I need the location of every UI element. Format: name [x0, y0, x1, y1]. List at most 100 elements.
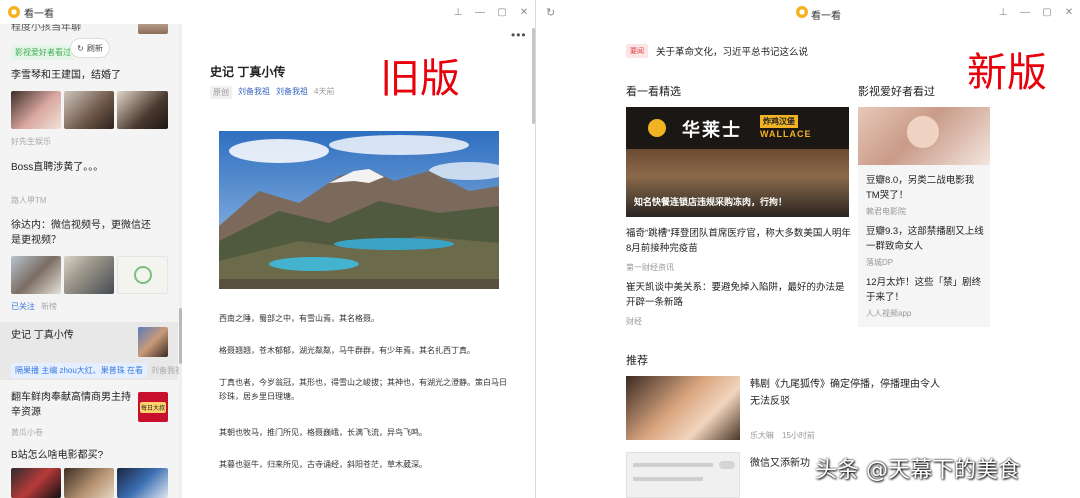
sidebar-scrollbar[interactable]: [179, 308, 182, 364]
recommend-thumbnail[interactable]: [626, 376, 740, 440]
featured-section-title: 看一看精选: [626, 86, 681, 98]
list-item[interactable]: 翻车鲜肉奉献高情商男主持辛资源: [0, 390, 132, 420]
sidebar-scrollbar-track[interactable]: [179, 24, 182, 498]
old-app-title: 看一看: [24, 8, 54, 20]
old-feed-sidebar: 程度小孩当年聊 影视爱好者看过 ↻ 刷新 李雪琴和王建国，结婚了 好先生娱乐 B…: [0, 24, 182, 498]
refresh-icon: ↻: [77, 43, 84, 53]
feed-item-thumbnail: [64, 256, 114, 294]
news-item-title[interactable]: 福奇“跳槽”拜登团队首席医疗官，称大多数美国人明年8月前接种完疫苗: [626, 226, 852, 256]
refresh-icon[interactable]: ↻: [546, 6, 555, 19]
film-item-source: 落城DP: [866, 258, 894, 267]
feed-item-thumbnail: [117, 256, 168, 294]
face-icon: [906, 115, 940, 149]
new-app-title: 看一看: [811, 11, 841, 22]
article-title: 史记 丁真小传: [210, 65, 286, 79]
close-button[interactable]: ✕: [1058, 7, 1080, 18]
feed-item-thumbnail: [64, 468, 114, 498]
article-paragraph: 其朝也牧马，推门所见，格聂巍峨，长满飞流，异鸟飞鸣。: [219, 428, 427, 437]
article-meta: 原创 刘备我祖 刘备我祖 4天前: [210, 86, 334, 99]
minimize-button[interactable]: —: [1014, 7, 1036, 18]
article-pane: 史记 丁真小传 原创 刘备我祖 刘备我祖 4天前 西南之陲，蜀部之中，有雪山焉，…: [188, 24, 528, 498]
brand-subtitle: 炸鸡汉堡: [760, 115, 798, 128]
screenshot-root: 看一看 ⊥ — ▢ ✕ 程度小孩当年聊 影视爱好者看过 ↻ 刷新 李雪琴和王建国…: [0, 0, 1080, 498]
feed-item-thumbnail: [138, 327, 168, 357]
mountain-lake-image: [219, 131, 499, 289]
logo-icon: [134, 266, 152, 284]
recommend-item-meta: 乐大嘛 15小时前: [750, 430, 815, 441]
original-tag: 原创: [210, 86, 232, 99]
new-titlebar: ↻ 看一看 ⊥ — ▢ ✕: [540, 0, 1080, 24]
new-version-window: ↻ 看一看 ⊥ — ▢ ✕ 要闻 关于革命文化，习近平总书记这么说 看一看精选 …: [540, 0, 1080, 498]
list-item[interactable]: B站怎么啥电影都买?: [0, 448, 178, 463]
app-logo-icon: [796, 6, 808, 18]
feed-item-thumbnail: [11, 91, 61, 129]
list-item[interactable]: 徐达内：微信视频号，更微信还是更视频？: [0, 218, 160, 248]
featured-image-caption: 知名快餐连锁店违规采购冻肉，行拘！: [634, 197, 788, 207]
film-item-title[interactable]: 12月太炸！这些「禁」剧终于来了！: [866, 275, 984, 305]
recommend-item-time: 15小时前: [782, 431, 815, 440]
feed-item-thumbnail: [11, 256, 61, 294]
recommend-thumbnail[interactable]: [626, 452, 740, 498]
film-item-source: 人人视频app: [866, 309, 912, 318]
feed-item-title: 徐达内：微信视频号，更微信还是更视频？: [11, 220, 151, 246]
pin-icon[interactable]: ⊥: [447, 7, 469, 18]
feed-item-thumbnail: [11, 468, 61, 498]
film-section-title: 影视爱好者看过: [858, 86, 935, 98]
hot-news-title[interactable]: 关于革命文化，习近平总书记这么说: [656, 44, 808, 58]
feed-item-title: 李雪琴和王建国，结婚了: [11, 70, 121, 81]
brand-name: 华莱士: [682, 120, 742, 140]
maximize-button[interactable]: ▢: [491, 7, 513, 18]
hot-news-bar[interactable]: 要闻 关于革命文化，习近平总书记这么说: [626, 44, 808, 58]
article-paragraph: 其暮也驱牛，归来所见，古寺诵经，斜阳苍茫，草木葳深。: [219, 460, 427, 469]
old-version-label: 旧版: [380, 56, 460, 102]
recommend-item-title[interactable]: 微信又添新功: [750, 456, 810, 471]
more-options-icon[interactable]: •••: [511, 28, 527, 42]
film-item-title[interactable]: 豆瓣9.3，这部禁播剧又上线一群致命女人: [866, 224, 984, 254]
feed-item-title: B站怎么啥电影都买?: [11, 450, 104, 461]
featured-image[interactable]: 华莱士 炸鸡汉堡 WALLACE 知名快餐连锁店违规采购冻肉，行拘！: [626, 107, 849, 217]
hot-news-badge: 要闻: [626, 44, 648, 58]
article-paragraph: 格聂翘翘，苍木郁郁，湖光粼粼，马牛群群，有少年焉，其名扎西丁真。: [219, 346, 475, 355]
film-thumbnail: [858, 107, 990, 165]
feed-item-source: 好先生娱乐: [11, 137, 51, 146]
article-paragraph: 西南之陲，蜀部之中，有雪山焉，其名格聂。: [219, 314, 379, 323]
feed-item-source: 路人甲TM: [11, 196, 47, 205]
film-item-title[interactable]: 豆瓣8.0，另类二战电影我TM哭了！: [866, 173, 984, 203]
article-source[interactable]: 刘备我祖: [276, 86, 308, 99]
article-scrollbar[interactable]: [532, 28, 535, 124]
feed-item-thumbnail: [117, 91, 168, 129]
film-card[interactable]: 豆瓣8.0，另类二战电影我TM哭了！ 赖君电影院 豆瓣9.3，这部禁播剧又上线一…: [858, 107, 990, 327]
pin-icon[interactable]: ⊥: [992, 7, 1014, 18]
recommend-item-source: 乐大嘛: [750, 431, 774, 440]
feed-item-thumbnail: 每日大叔: [138, 392, 168, 422]
watermark: 头条 @天幕下的美食: [815, 458, 1020, 483]
friends-viewed-tag: 隔果播 主编 zhou大红、果普珠 在看: [11, 363, 148, 378]
close-button[interactable]: ✕: [513, 7, 535, 18]
maximize-button[interactable]: ▢: [1036, 7, 1058, 18]
recommend-tag: 影视爱好者看过: [11, 45, 75, 60]
feed-item-source: 新榜: [41, 302, 57, 311]
film-item-source: 赖君电影院: [866, 207, 906, 216]
feed-item-source: 刘备我祖: [151, 366, 182, 375]
followed-tag: 已关注: [11, 302, 35, 311]
feed-item-title: 翻车鲜肉奉献高情商男主持辛资源: [11, 392, 131, 418]
list-item[interactable]: 李雪琴和王建国，结婚了: [0, 68, 178, 83]
old-version-window: 看一看 ⊥ — ▢ ✕ 程度小孩当年聊 影视爱好者看过 ↻ 刷新 李雪琴和王建国…: [0, 0, 536, 498]
placeholder-line: [633, 463, 713, 467]
new-version-label: 新版: [967, 50, 1047, 96]
article-author[interactable]: 刘备我祖: [238, 86, 270, 99]
news-item-source: 财经: [626, 317, 642, 326]
list-item[interactable]: Boss直聘涉黄了。。。: [0, 160, 178, 175]
recommend-section-title: 推荐: [626, 355, 648, 367]
toggle-icon: [719, 461, 735, 469]
recommend-item-title[interactable]: 韩剧《九尾狐传》确定停播，停播理由令人无法反驳: [750, 376, 940, 410]
old-titlebar: 看一看 ⊥ — ▢ ✕: [0, 0, 535, 24]
refresh-button[interactable]: ↻ 刷新: [70, 38, 110, 58]
minimize-button[interactable]: —: [469, 7, 491, 18]
refresh-label: 刷新: [86, 43, 103, 53]
feed-item-thumbnail: [64, 91, 114, 129]
news-item-title[interactable]: 崔天凯谈中美关系：要避免掉入陷阱，最好的办法是开辟一条新路: [626, 280, 852, 310]
feed-item-title: Boss直聘涉黄了。。。: [11, 162, 104, 173]
feed-item-source: 黄瓜小卷: [11, 428, 43, 437]
article-paragraph: 丁真也者，今岁翁冠，其形也，得雪山之峻拔；其神也，有湖光之澄静。策白马日珍珠，居…: [219, 378, 507, 401]
